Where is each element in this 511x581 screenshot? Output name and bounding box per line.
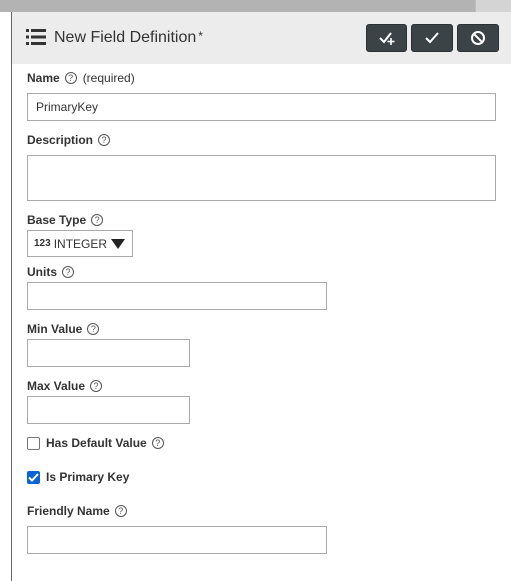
description-field[interactable] [27,155,496,201]
min-value-help-icon[interactable]: ? [87,323,100,335]
base-type-value: INTEGER [53,236,108,251]
name-label: Name ? (required) [27,71,135,85]
has-default-help-icon[interactable]: ? [151,437,164,449]
max-value-help-icon[interactable]: ? [90,380,103,392]
units-field[interactable] [27,282,327,310]
is-primary-key-row: Is Primary Key [27,470,129,484]
max-value-label-text: Max Value [27,379,86,393]
checkmark-icon [28,472,39,482]
max-value-label: Max Value ? [27,379,103,393]
page-title: New Field Definition * [54,29,203,47]
min-value-label: Min Value ? [27,322,100,336]
base-type-label: Base Type ? [27,213,104,227]
panel-header: New Field Definition * [12,12,511,64]
required-note: (required) [82,71,135,85]
save-and-add-button[interactable] [366,24,407,52]
has-default-value-checkbox[interactable] [27,436,40,450]
base-type-select[interactable]: 123 INTEGER [27,230,133,257]
top-window-strip [0,0,511,12]
description-label: Description ? [27,133,111,147]
check-icon [425,32,439,44]
name-field[interactable] [27,93,496,121]
max-value-field[interactable] [27,396,190,424]
cancel-icon [471,31,485,45]
base-type-label-text: Base Type [27,213,87,227]
min-value-field[interactable] [27,339,190,367]
name-label-text: Name [27,71,60,85]
friendly-name-field[interactable] [27,526,327,554]
has-default-value-row: Has Default Value ? [27,436,164,450]
description-label-text: Description [27,133,94,147]
integer-type-icon: 123 [34,238,51,249]
description-help-icon[interactable]: ? [98,134,111,146]
friendly-name-label-text: Friendly Name [27,504,110,518]
is-primary-key-label: Is Primary Key [46,470,130,484]
page-title-text: New Field Definition [54,29,197,46]
min-value-label-text: Min Value [27,322,83,336]
units-help-icon[interactable]: ? [62,266,74,278]
friendly-name-help-icon[interactable]: ? [114,505,127,517]
check-plus-icon [378,32,394,45]
field-definition-panel: New Field Definition* Name ? (required) [12,12,511,581]
has-default-value-label: Has Default Value [46,436,147,450]
save-button[interactable] [411,24,453,52]
friendly-name-label: Friendly Name ? [27,504,127,518]
chevron-down-icon [111,238,126,249]
is-primary-key-checkbox[interactable] [27,470,40,484]
cancel-button[interactable] [457,24,499,52]
scrollbar-corner [475,0,511,12]
base-type-help-icon[interactable]: ? [91,214,104,226]
units-label: Units ? [27,265,74,279]
name-help-icon[interactable]: ? [64,72,77,84]
list-icon [26,29,46,45]
unsaved-marker: * [198,29,203,43]
units-label-text: Units [27,265,57,279]
